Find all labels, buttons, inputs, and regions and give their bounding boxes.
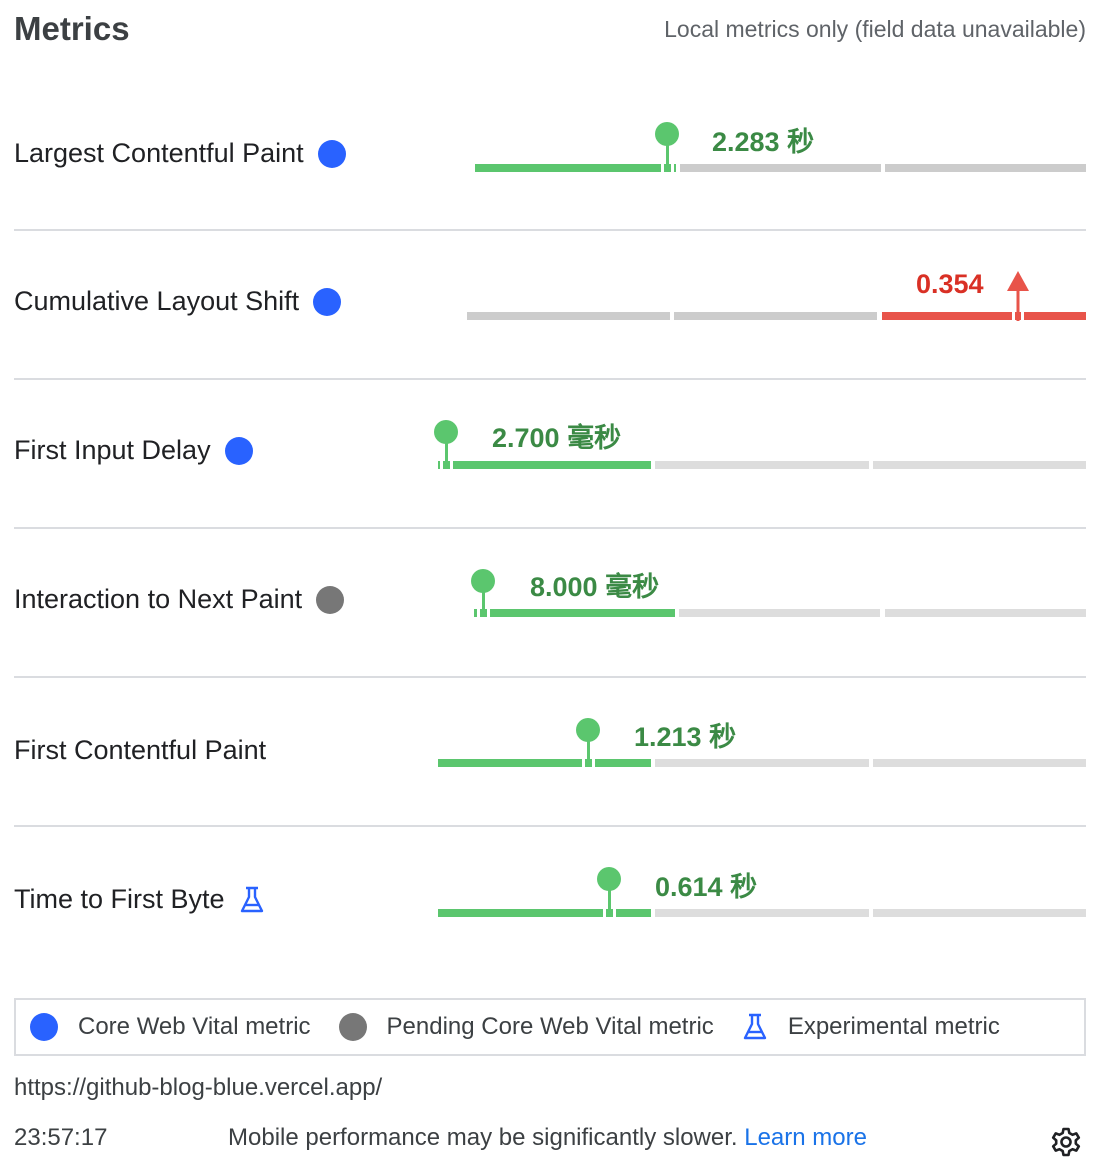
value-marker-icon [434, 420, 458, 470]
bar-segment-needs-improvement [680, 164, 881, 172]
bar-segment-needs-improvement [679, 609, 880, 617]
performance-note: Mobile performance may be significantly … [228, 1124, 867, 1152]
metric-name: Largest Contentful Paint [14, 138, 346, 169]
metric-name: Time to First Byte [14, 884, 265, 915]
bar-segment-good [467, 312, 670, 320]
bar-segment-poor [885, 164, 1086, 172]
bar-segment-poor [885, 609, 1086, 617]
data-source-note: Local metrics only (field data unavailab… [664, 16, 1086, 42]
bar-segment-good [474, 609, 675, 617]
core-web-vital-icon [317, 139, 346, 168]
bar-segment-good [475, 164, 676, 172]
metric-bar [438, 867, 1086, 917]
bar-segment-poor [873, 909, 1086, 917]
value-marker-arrow-icon [1007, 271, 1029, 321]
metric-name: First Contentful Paint [14, 735, 266, 766]
metric-label: Time to First Byte [14, 884, 225, 914]
page-title: Metrics [14, 10, 130, 47]
metric-label: First Input Delay [14, 435, 211, 465]
metric-label: First Contentful Paint [14, 735, 267, 765]
value-marker-icon [655, 122, 679, 172]
bar-segment-poor [873, 461, 1086, 469]
metric-name: First Input Delay [14, 435, 253, 466]
metric-row-fcp: First Contentful Paint 1.213 秒 [14, 678, 1086, 827]
value-marker-icon [471, 569, 495, 619]
metric-row-cls: Cumulative Layout Shift 0.354 [14, 231, 1086, 380]
grey-dot-icon [338, 1013, 367, 1041]
flask-icon [240, 886, 263, 912]
metric-name: Cumulative Layout Shift [14, 286, 342, 317]
page-url: https://github-blog-blue.vercel.app/ [14, 1074, 383, 1101]
metric-value: 2.283 秒 [712, 127, 815, 157]
metric-bar [438, 718, 1086, 768]
metric-label: Interaction to Next Paint [14, 584, 303, 614]
metric-label: Largest Contentful Paint [14, 138, 304, 168]
metrics-legend: Core Web Vital metric Pending Core Web V… [14, 998, 1086, 1056]
core-web-vital-icon [313, 287, 342, 316]
legend-item-core: Core Web Vital metric [30, 1013, 311, 1041]
bar-segment-needs-improvement [655, 759, 869, 767]
metric-name: Interaction to Next Paint [14, 584, 345, 615]
legend-label: Experimental metric [787, 1013, 1000, 1040]
metric-row-ttfb: Time to First Byte 0.614 秒 [14, 827, 1086, 976]
bar-segment-good [438, 759, 651, 767]
metric-row-inp: Interaction to Next Paint 8.000 毫秒 [14, 529, 1086, 678]
blue-dot-icon [30, 1013, 58, 1041]
legend-label: Core Web Vital metric [78, 1013, 311, 1040]
legend-item-experimental: Experimental metric [742, 1013, 1000, 1041]
value-marker-icon [576, 718, 600, 768]
bar-segment-good [438, 461, 651, 469]
timestamp: 23:57:17 [14, 1124, 108, 1151]
legend-label: Pending Core Web Vital metric [386, 1013, 714, 1040]
metric-value: 1.213 秒 [634, 722, 737, 752]
performance-note-text: Mobile performance may be significantly … [228, 1124, 738, 1151]
bar-segment-poor [882, 312, 1086, 320]
flask-icon [743, 1013, 767, 1040]
bar-segment-poor [873, 759, 1086, 767]
metric-value: 0.354 [916, 269, 984, 299]
metric-value: 8.000 毫秒 [530, 572, 660, 602]
bar-segment-needs-improvement [655, 461, 869, 469]
value-marker-icon [597, 867, 621, 917]
gear-icon[interactable] [1050, 1126, 1082, 1158]
metric-value: 0.614 秒 [655, 872, 758, 902]
learn-more-link[interactable]: Learn more [744, 1124, 867, 1151]
bar-segment-needs-improvement [655, 909, 869, 917]
bar-segment-needs-improvement [674, 312, 877, 320]
pending-core-web-vital-icon [316, 585, 345, 614]
metric-bar [467, 269, 1086, 321]
metric-label: Cumulative Layout Shift [14, 286, 300, 316]
core-web-vital-icon [224, 436, 253, 465]
metric-row-fid: First Input Delay 2.700 毫秒 [14, 380, 1086, 529]
metrics-header: Metrics Local metrics only (field data u… [14, 0, 1086, 62]
legend-item-pending: Pending Core Web Vital metric [338, 1013, 714, 1041]
metric-value: 2.700 毫秒 [492, 423, 622, 453]
metric-row-lcp: Largest Contentful Paint 2.283 秒 [14, 82, 1086, 231]
